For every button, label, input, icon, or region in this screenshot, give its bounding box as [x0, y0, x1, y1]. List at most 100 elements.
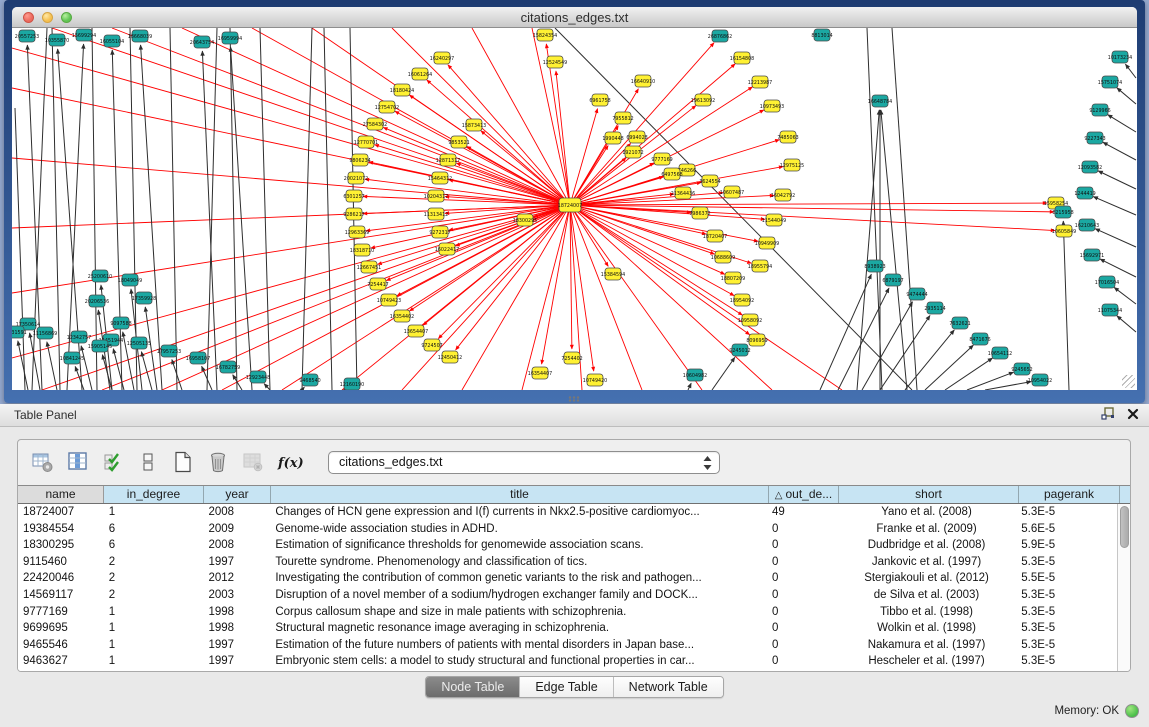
graph-node[interactable]: 12213987 — [748, 76, 772, 88]
graph-node[interactable]: 2935114 — [924, 302, 945, 314]
float-panel-icon[interactable] — [1101, 407, 1115, 420]
network-graph[interactable]: 1872400716240297160612641818042412754702… — [12, 28, 1137, 390]
table-cell[interactable]: 9699695 — [18, 620, 104, 637]
table-cell[interactable]: 1998 — [204, 620, 271, 637]
column-header-name[interactable]: name — [18, 486, 104, 503]
table-cell[interactable]: 6 — [104, 521, 204, 538]
graph-node[interactable]: 10654112 — [988, 347, 1012, 359]
table-cell[interactable]: 2003 — [204, 587, 271, 604]
table-cell[interactable]: 1 — [104, 637, 204, 654]
table-cell[interactable]: 1997 — [204, 653, 271, 670]
table-cell[interactable]: 0 — [767, 554, 837, 571]
table-cell[interactable]: 0 — [767, 637, 837, 654]
table-cell[interactable]: 0 — [767, 521, 837, 538]
table-selector-dropdown[interactable]: citations_edges.txt — [328, 451, 720, 474]
graph-node[interactable]: 12160190 — [340, 378, 364, 390]
graph-node[interactable]: 9806234 — [349, 154, 370, 166]
graph-node[interactable]: 17016504 — [1095, 276, 1119, 288]
graph-node[interactable]: 19613092 — [691, 94, 715, 106]
graph-node[interactable]: 16240297 — [430, 52, 454, 64]
graph-node[interactable]: 13654407 — [404, 325, 428, 337]
table-cell[interactable]: 14569117 — [18, 587, 104, 604]
table-cell[interactable]: 1 — [104, 504, 204, 521]
table-cell[interactable]: de Silva et al. (2003) — [837, 587, 1017, 604]
graph-node[interactable]: 10355870 — [45, 34, 69, 46]
table-cell[interactable]: Disruption of a novel member of a sodium… — [270, 587, 767, 604]
graph-node[interactable]: 18954092 — [730, 294, 754, 306]
column-header-title[interactable]: title — [271, 486, 769, 503]
table-cell[interactable]: 5.3E-5 — [1016, 620, 1117, 637]
table-cell[interactable]: 18724007 — [18, 504, 104, 521]
graph-node[interactable]: 12963369 — [345, 226, 369, 238]
graph-node[interactable]: 9853521 — [448, 136, 469, 148]
table-cell[interactable]: 1997 — [204, 637, 271, 654]
table-cell[interactable]: 9463627 — [18, 653, 104, 670]
graph-node[interactable]: 16042792 — [771, 189, 795, 201]
graph-node[interactable]: 16354407 — [528, 367, 552, 379]
graph-node[interactable]: 6961758 — [589, 94, 610, 106]
graph-node[interactable]: 9777169 — [651, 153, 672, 165]
column-header-in_degree[interactable]: in_degree — [104, 486, 204, 503]
network-canvas[interactable]: 1872400716240297160612641818042412754702… — [12, 28, 1137, 390]
graph-node[interactable]: 26876862 — [708, 30, 732, 42]
table-row[interactable]: 1938455462009Genome-wide association stu… — [18, 521, 1117, 538]
graph-node[interactable]: 18318710 — [350, 244, 374, 256]
graph-node[interactable]: 10841245 — [60, 352, 84, 364]
graph-node[interactable]: 6497568 — [661, 168, 682, 180]
table-cell[interactable]: Structural magnetic resonance image aver… — [270, 620, 767, 637]
table-cell[interactable]: Corpus callosum shape and size in male p… — [270, 604, 767, 621]
graph-node[interactable]: 10954022 — [1028, 374, 1052, 386]
table-row[interactable]: 946554611997Estimation of the future num… — [18, 637, 1117, 654]
graph-hub-node[interactable]: 18724007 — [558, 198, 582, 212]
table-cell[interactable]: Investigating the contribution of common… — [270, 570, 767, 587]
graph-node[interactable]: 9097588 — [110, 317, 131, 329]
create-column-button[interactable] — [172, 450, 196, 474]
graph-node[interactable]: 11156869 — [33, 327, 57, 339]
graph-node[interactable]: 8096959 — [746, 334, 767, 346]
table-cell[interactable]: Hescheler et al. (1997) — [837, 653, 1017, 670]
graph-node[interactable]: 10688609 — [711, 251, 735, 263]
table-cell[interactable]: 5.3E-5 — [1016, 504, 1117, 521]
table-row[interactable]: 1830029562008Estimation of significance … — [18, 537, 1117, 554]
table-row[interactable]: 969969511998Structural magnetic resonanc… — [18, 620, 1117, 637]
table-cell[interactable]: 2 — [104, 570, 204, 587]
graph-node[interactable]: 16154808 — [730, 52, 754, 64]
table-cell[interactable]: 49 — [767, 504, 837, 521]
graph-node[interactable]: 9724507 — [421, 339, 442, 351]
function-builder-button[interactable]: f(x) — [277, 450, 301, 474]
table-cell[interactable]: Embryonic stem cells: a model to study s… — [270, 653, 767, 670]
graph-node[interactable]: 18668039 — [128, 30, 152, 42]
graph-node[interactable]: 1244419 — [1074, 187, 1095, 199]
graph-node[interactable]: 12923448 — [246, 371, 270, 383]
graph-node[interactable]: 15751074 — [1098, 76, 1122, 88]
table-row[interactable]: 2242004622012Investigating the contribut… — [18, 570, 1117, 587]
table-row[interactable]: 1456911722003Disruption of a novel membe… — [18, 587, 1117, 604]
graph-node[interactable]: 12524549 — [543, 56, 567, 68]
table-cell[interactable]: 0 — [767, 604, 837, 621]
table-cell[interactable]: 5.3E-5 — [1016, 554, 1117, 571]
table-cell[interactable]: Changes of HCN gene expression and I(f) … — [270, 504, 767, 521]
graph-node[interactable]: 9245012 — [729, 344, 750, 356]
table-cell[interactable]: 5.3E-5 — [1016, 637, 1117, 654]
table-row[interactable]: 1872400712008Changes of HCN gene express… — [18, 504, 1117, 521]
graph-node[interactable]: 1921072 — [622, 146, 643, 158]
table-cell[interactable]: 0 — [767, 620, 837, 637]
graph-node[interactable]: 8938923 — [864, 260, 885, 272]
table-cell[interactable]: 2008 — [204, 537, 271, 554]
graph-node[interactable]: 20643754 — [190, 36, 214, 48]
graph-node[interactable]: 8215958 — [1052, 206, 1073, 218]
unselect-all-columns-button[interactable] — [137, 450, 161, 474]
graph-node[interactable]: 9286217 — [343, 208, 364, 220]
table-cell[interactable]: 2 — [104, 554, 204, 571]
graph-node[interactable]: 15824354 — [533, 29, 557, 41]
graph-node[interactable]: 12505135 — [127, 337, 151, 349]
table-cell[interactable]: 1 — [104, 604, 204, 621]
graph-node[interactable]: 6994028 — [626, 131, 647, 143]
table-cell[interactable]: 9465546 — [18, 637, 104, 654]
graph-node[interactable]: 10949909 — [755, 237, 779, 249]
graph-node[interactable]: 12975125 — [780, 159, 804, 171]
table-cell[interactable]: Estimation of significance thresholds fo… — [270, 537, 767, 554]
graph-node[interactable]: 7254417 — [367, 278, 388, 290]
table-cell[interactable]: 1997 — [204, 554, 271, 571]
table-cell[interactable]: 2012 — [204, 570, 271, 587]
